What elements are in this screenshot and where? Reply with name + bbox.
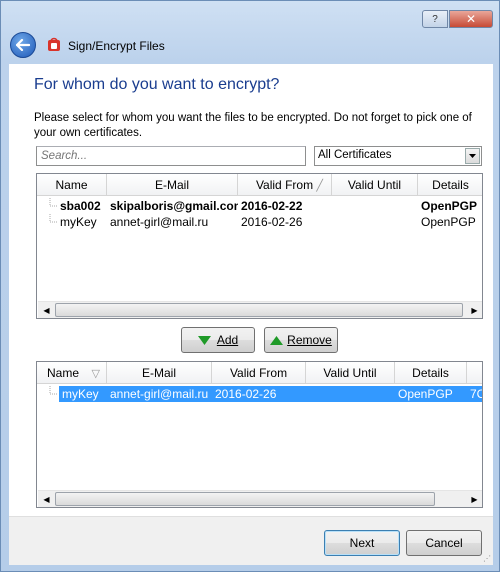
cell-email: annet-girl@mail.ru [110, 387, 209, 401]
cell-details: OpenPGP [398, 387, 453, 401]
close-button[interactable]: ✕ [449, 10, 493, 28]
column-header-extra[interactable] [467, 362, 482, 384]
arrow-up-icon [270, 335, 284, 345]
column-header-email[interactable]: E-Mail [107, 362, 212, 384]
column-header-valid-until[interactable]: Valid Until [306, 362, 395, 384]
cell-valid-from: 2016-02-22 [241, 199, 303, 213]
help-button[interactable]: ? [422, 10, 448, 28]
column-header-valid-until[interactable]: Valid Until [332, 174, 418, 196]
tree-line-icon [49, 214, 57, 223]
next-button[interactable]: Next [324, 530, 400, 556]
page-heading: For whom do you want to encrypt? [34, 76, 280, 93]
sort-descending-icon: ▽ [91, 367, 100, 380]
remove-button-label: Remove [287, 333, 332, 347]
cell-name: sba002 [60, 199, 101, 213]
table-header: Name E-Mail Valid From ╱ Valid Until Det… [37, 174, 482, 196]
search-input[interactable] [36, 146, 306, 166]
dialog-window: ? ✕ Sign/Encrypt Files For whom do you w… [0, 0, 500, 572]
table-row[interactable]: sba002 skipalboris@gmail.com 2016-02-22 … [37, 198, 478, 214]
scroll-right-icon[interactable]: ▶ [466, 302, 482, 318]
caption-buttons: ? ✕ [421, 10, 493, 28]
page-description: Please select for whom you want the file… [34, 112, 472, 139]
resize-grip-icon[interactable]: ⋰ [483, 554, 491, 563]
column-header-details[interactable]: Details [395, 362, 467, 384]
cell-name: myKey [60, 215, 97, 229]
available-certificates-table: Name E-Mail Valid From ╱ Valid Until Det… [36, 173, 483, 319]
cell-valid-from: 2016-02-26 [241, 215, 303, 229]
tree-line-icon [49, 198, 57, 207]
cancel-button-label: Cancel [425, 536, 463, 550]
wizard-page: For whom do you want to encrypt? Please … [9, 64, 493, 516]
filter-selected-value: All Certificates [318, 149, 392, 161]
horizontal-scrollbar[interactable]: ◀ ▶ [38, 301, 482, 318]
cell-name: myKey [62, 387, 99, 401]
cell-valid-until [332, 214, 418, 230]
tree-line-icon [49, 386, 57, 395]
cell-details: OpenPGP [421, 215, 476, 229]
cancel-button[interactable]: Cancel [406, 530, 482, 556]
add-button[interactable]: Add [181, 327, 255, 353]
window-title: Sign/Encrypt Files [68, 39, 165, 53]
scrollbar-thumb[interactable] [55, 492, 435, 506]
cell-extra: 7C [470, 387, 482, 401]
next-button-label: Next [349, 536, 375, 550]
cell-email: annet-girl@mail.ru [110, 215, 209, 229]
column-header-name-label: Name [47, 366, 80, 380]
column-header-valid-from-label: Valid From [255, 178, 314, 192]
column-header-valid-from[interactable]: Valid From [212, 362, 306, 384]
certificate-filter-select[interactable]: All Certificates [314, 146, 482, 166]
back-arrow-icon [16, 39, 30, 51]
horizontal-scrollbar[interactable]: ◀ ▶ [38, 490, 482, 507]
table-row[interactable]: myKey annet-girl@mail.ru 2016-02-26 Open… [37, 214, 478, 230]
add-button-label: Add [216, 333, 239, 347]
kleopatra-app-icon [48, 37, 60, 51]
cell-valid-from: 2016-02-26 [215, 387, 277, 401]
arrow-down-icon [197, 335, 211, 345]
cell-valid-until [332, 198, 418, 214]
remove-button[interactable]: Remove [264, 327, 338, 353]
column-header-email[interactable]: E-Mail [107, 174, 238, 196]
table-header: Name ▽ E-Mail Valid From Valid Until Det… [37, 362, 482, 384]
back-button[interactable] [10, 32, 36, 58]
scroll-left-icon[interactable]: ◀ [38, 491, 55, 507]
cell-valid-until [306, 386, 395, 402]
chevron-down-icon[interactable] [465, 148, 480, 164]
dialog-footer: Next Cancel ⋰ [9, 516, 493, 565]
cell-details: OpenPGP [421, 199, 478, 213]
scrollbar-thumb[interactable] [55, 303, 463, 317]
selected-recipients-table: Name ▽ E-Mail Valid From Valid Until Det… [36, 361, 483, 508]
scroll-left-icon[interactable]: ◀ [38, 302, 55, 318]
sort-indicator-icon: ╱ [316, 179, 323, 192]
column-header-valid-from[interactable]: Valid From ╱ [238, 174, 332, 196]
column-header-details[interactable]: Details [418, 174, 482, 196]
table-row[interactable]: myKey annet-girl@mail.ru 2016-02-26 Open… [59, 386, 482, 402]
scroll-right-icon[interactable]: ▶ [466, 491, 482, 507]
cell-email: skipalboris@gmail.com [110, 199, 238, 213]
column-header-name[interactable]: Name ▽ [37, 362, 107, 384]
column-header-name[interactable]: Name [37, 174, 107, 196]
